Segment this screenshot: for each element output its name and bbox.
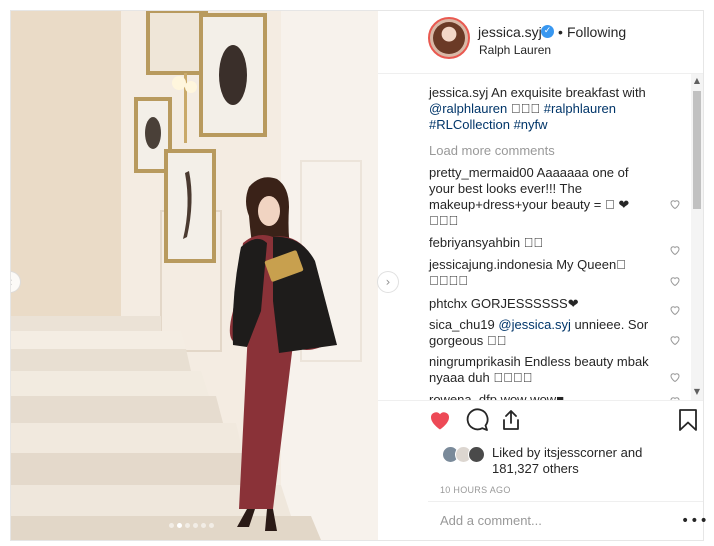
comment-text: 􏰀􏰀	[520, 235, 544, 250]
carousel-dot	[177, 523, 182, 528]
frame-top	[146, 11, 208, 75]
comment-mention[interactable]: @jessica.syj	[495, 317, 570, 332]
post-timestamp[interactable]: 10 HOURS AGO	[440, 485, 511, 495]
hashtag-link[interactable]: #ralphlauren	[544, 101, 616, 116]
caption: jessica.syj An exquisite breakfast with …	[429, 85, 659, 133]
comment-like-heart-icon[interactable]	[669, 371, 681, 383]
liker-username[interactable]: itsjesscorner	[544, 445, 617, 460]
username-link[interactable]: jessica.syj	[478, 24, 542, 40]
scrollbar-thumb[interactable]	[693, 91, 701, 209]
hashtag-link[interactable]: #RLCollection	[429, 117, 510, 132]
comment-like-heart-icon[interactable]	[669, 198, 681, 210]
post-sidebar: jessica.syj ✓ • Following Ralph Lauren j…	[378, 11, 708, 540]
comment-like-heart-icon[interactable]	[669, 334, 681, 346]
photo-illustration	[11, 11, 378, 540]
post-card: ‹ › jessica.syj ✓ • Following Ralph Laur…	[10, 10, 708, 541]
comment-item: phtchx GORJESSSSSS❤	[429, 296, 657, 312]
likes-section: Liked by itsjesscorner and 181,327 other…	[378, 440, 703, 480]
comment-item: rowena_dfp wow wow■	[429, 392, 657, 400]
comment-username[interactable]: phtchx	[429, 296, 467, 311]
comment-username[interactable]: rowena_dfp	[429, 392, 497, 400]
post-actions	[378, 400, 703, 440]
likes-count-link[interactable]: 181,327 others	[492, 461, 579, 476]
comment-bubble-icon[interactable]	[465, 408, 489, 432]
location-link[interactable]: Ralph Lauren	[479, 43, 551, 57]
avatar-image	[433, 22, 465, 54]
comment-username[interactable]: sica_chu19	[429, 317, 495, 332]
caption-mention[interactable]: @ralphlauren	[429, 101, 507, 116]
post-header: jessica.syj ✓ • Following Ralph Lauren	[378, 11, 703, 73]
comment-like-heart-icon[interactable]	[669, 244, 681, 256]
share-icon[interactable]	[499, 408, 523, 432]
likes-prefix: Liked by	[492, 445, 545, 460]
comment-text: GORJESSSSSS❤	[467, 296, 579, 311]
likes-text: Liked by itsjesscorner and 181,327 other…	[492, 445, 692, 477]
carousel-dot	[209, 523, 214, 528]
carousel-dot	[193, 523, 198, 528]
comment-item: pretty_mermaid00 Aaaaaaa one of your bes…	[429, 165, 657, 229]
scroll-up-arrow-icon[interactable]: ▲	[691, 75, 703, 87]
post-photo[interactable]: ‹	[11, 11, 378, 540]
liker-avatar[interactable]	[468, 446, 485, 463]
bookmark-icon[interactable]	[677, 408, 699, 432]
comments-section[interactable]: jessica.syj An exquisite breakfast with …	[378, 73, 703, 400]
comment-item: febriyansyahbin 􏰀􏰀	[429, 235, 657, 251]
comment-item: ningrumprikasih Endless beauty mbak nyaa…	[429, 354, 657, 386]
likes-middle: and	[617, 445, 643, 460]
heart-filled-icon[interactable]	[428, 408, 452, 432]
woman-face	[258, 196, 280, 226]
carousel-dot	[185, 523, 190, 528]
following-button[interactable]: Following	[567, 24, 626, 40]
verified-badge-icon: ✓	[541, 25, 554, 38]
caption-username[interactable]: jessica.syj	[429, 85, 488, 100]
comment-item: jessicajung.indonesia My Queen􏰀 􏰀􏰀􏰀􏰀	[429, 257, 657, 289]
carousel-dots	[169, 523, 214, 528]
hashtag-link[interactable]: #nyfw	[514, 117, 548, 132]
comment-text: wow wow■	[496, 392, 565, 400]
comment-username[interactable]: febriyansyahbin	[429, 235, 520, 250]
comment-username[interactable]: jessicajung.indonesia	[429, 257, 553, 272]
scroll-down-arrow-icon[interactable]: ▼	[691, 386, 703, 398]
comment-like-heart-icon[interactable]	[669, 304, 681, 316]
add-comment-bar: •••	[428, 501, 708, 540]
comments-scrollbar[interactable]: ▲ ▼	[691, 74, 703, 400]
comment-input[interactable]	[440, 513, 660, 528]
load-more-comments-button[interactable]: Load more comments	[429, 143, 555, 158]
caption-emoji: 􏰀􏰀􏰀	[507, 101, 544, 116]
separator-dot: •	[558, 24, 563, 40]
caption-text: An exquisite breakfast with	[488, 85, 646, 100]
comment-like-heart-icon[interactable]	[669, 275, 681, 287]
comment-item: sica_chu19 @jessica.syj unnieee. Sor gor…	[429, 317, 657, 349]
comment-username[interactable]: pretty_mermaid00	[429, 165, 534, 180]
avatar[interactable]	[428, 17, 470, 59]
comment-username[interactable]: ningrumprikasih	[429, 354, 521, 369]
more-options-button[interactable]: •••	[681, 513, 709, 529]
carousel-dot	[201, 523, 206, 528]
carousel-dot	[169, 523, 174, 528]
